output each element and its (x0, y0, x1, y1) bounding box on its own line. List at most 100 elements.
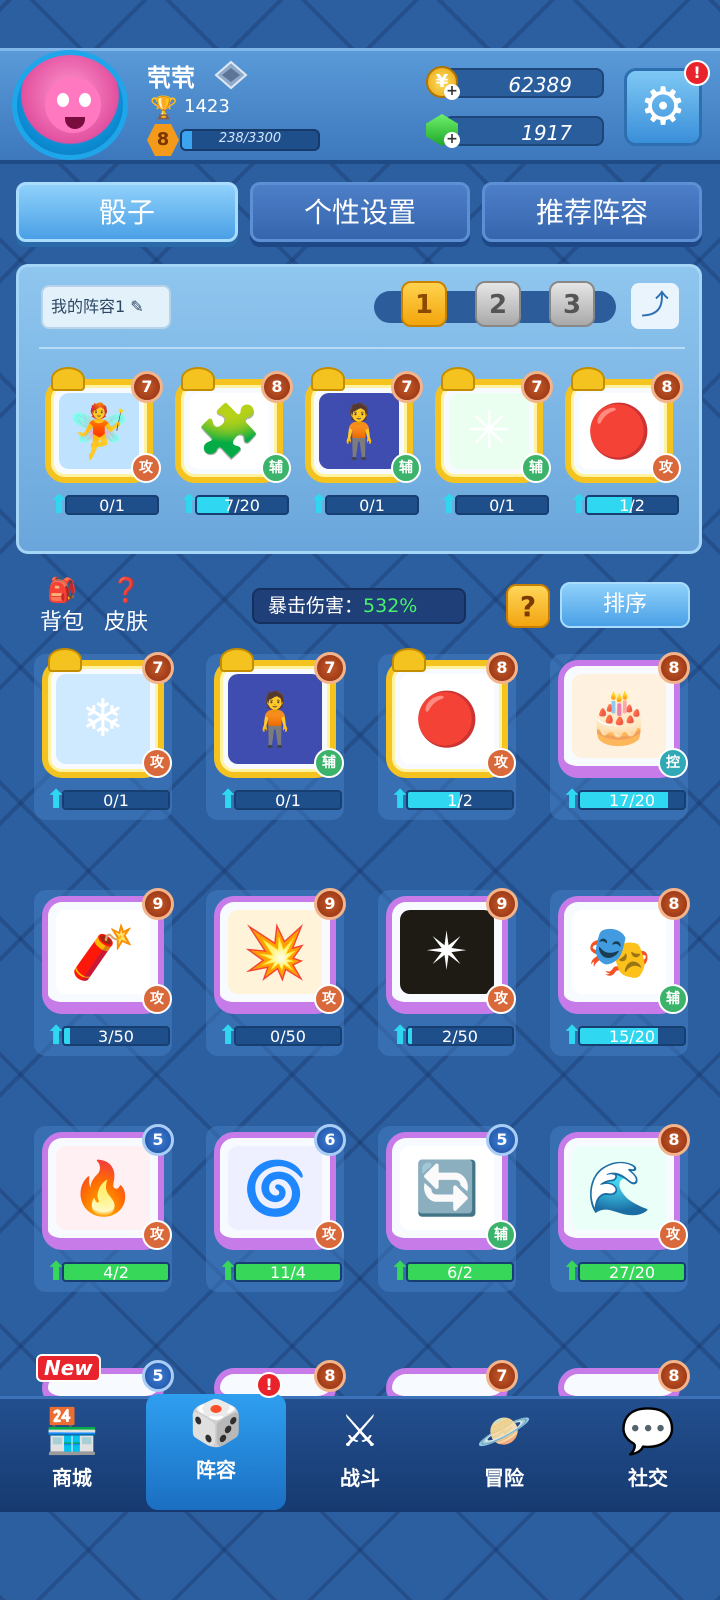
dice-progress-text: 0/1 (275, 791, 301, 810)
dice-art-icon: 🎂 (572, 674, 666, 758)
dice-progress-text: 0/50 (270, 1027, 306, 1046)
nav-alert-badge: ! (256, 1372, 282, 1398)
dice-art-icon: 🔴 (579, 393, 659, 469)
dice-level-badge: 8 (261, 371, 293, 403)
dice-type-badge: 辅 (391, 453, 421, 483)
nav-adventure[interactable]: 🪐 冒险 (444, 1402, 564, 1506)
dice-progress-bar: 0/1 (62, 790, 170, 810)
chat-bubbles-icon: 💬 (620, 1406, 676, 1457)
backpack-label: 背包 (39, 610, 84, 635)
dice-type-badge: 辅 (261, 453, 291, 483)
dice-progress-bar: 4/2 (62, 1262, 170, 1282)
dice-progress-text: 7/20 (224, 496, 260, 515)
dice-progress-text: 4/2 (103, 1263, 129, 1282)
share-button[interactable]: ⤴ (631, 283, 679, 329)
deck-name-button[interactable]: 我的阵容1 ✎ (41, 285, 171, 329)
nav-deck[interactable]: 🎲 阵容 (146, 1394, 286, 1510)
add-coins-icon[interactable]: + (444, 84, 460, 100)
dice-progress-text: 6/2 (447, 1263, 473, 1282)
crit-damage-value: 532% (363, 595, 418, 617)
dice-art-icon: 🔴 (400, 674, 494, 764)
crown-icon (181, 367, 215, 391)
nav-battle[interactable]: ⚔ 战斗 (300, 1402, 420, 1506)
nav-social[interactable]: 💬 社交 (588, 1402, 708, 1506)
dice-progress-text: 17/20 (608, 791, 656, 810)
dice-type-badge: 攻 (142, 1220, 172, 1250)
dice-progress-text: 27/20 (608, 1263, 656, 1282)
dice-progress-bar: 0/1 (325, 495, 419, 515)
dice-progress-bar: 17/20 (578, 790, 686, 810)
dice-level-badge: 8 (658, 888, 690, 920)
deck-slot-1[interactable]: 1 (401, 281, 447, 327)
trophy-count: 1423 (184, 96, 230, 117)
gem-balance[interactable]: 1917 (444, 116, 604, 146)
dice-level-badge: 6 (314, 1124, 346, 1156)
dice-type-badge: 攻 (658, 1220, 688, 1250)
dice-level-badge: 5 (486, 1124, 518, 1156)
dice-type-badge: 辅 (521, 453, 551, 483)
crit-damage-display: 暴击伤害：532% (252, 588, 466, 624)
skins-button[interactable]: ❓ 皮肤 (100, 576, 152, 636)
dice-progress-text: 1/2 (619, 496, 645, 515)
planet-icon: 🪐 (476, 1406, 532, 1457)
crown-icon (571, 367, 605, 391)
crown-icon (51, 367, 85, 391)
crown-icon (392, 648, 426, 672)
dice-progress-text: 0/1 (489, 496, 515, 515)
add-gems-icon[interactable]: + (444, 132, 460, 148)
dice-level-badge: 8 (486, 652, 518, 684)
player-avatar[interactable] (12, 50, 128, 160)
xp-text: 238/3300 (218, 131, 282, 146)
nav-label: 战斗 (340, 1466, 380, 1490)
dice-progress-text: 0/1 (103, 791, 129, 810)
dice-art-icon: 🧍 (319, 393, 399, 469)
gem-value: 1917 (521, 121, 572, 145)
partial-dice-level-badge: 7 (486, 1360, 518, 1392)
dice-type-badge: 攻 (131, 453, 161, 483)
backpack-button[interactable]: 🎒 背包 (36, 576, 88, 636)
sort-button[interactable]: 排序 (560, 582, 690, 628)
dice-level-badge: 7 (314, 652, 346, 684)
dice-level-badge: 7 (521, 371, 553, 403)
dice-type-badge: 攻 (142, 748, 172, 778)
deck-name-label: 我的阵容1 (51, 297, 126, 316)
dice-level-badge: 7 (142, 652, 174, 684)
dice-progress-bar: 11/4 (234, 1262, 342, 1282)
tab-dice[interactable]: 骰子 (16, 182, 238, 242)
deck-slot-3[interactable]: 3 (549, 281, 595, 327)
dice-progress-bar: 0/1 (455, 495, 549, 515)
backpack-icon: 🎒 (47, 576, 77, 604)
help-button[interactable]: ? (506, 584, 550, 628)
gear-icon: ⚙ (639, 77, 687, 137)
dice-art-icon: 🧚 (59, 393, 139, 469)
dice-type-badge: 攻 (314, 1220, 344, 1250)
coin-balance[interactable]: 62389 (444, 68, 604, 98)
partial-dice-level-badge: 8 (314, 1360, 346, 1392)
deck-slot-2[interactable]: 2 (475, 281, 521, 327)
dice-type-badge: 攻 (314, 984, 344, 1014)
dice-level-badge: 7 (391, 371, 423, 403)
dice-progress-text: 15/20 (608, 1027, 656, 1046)
nav-label: 冒险 (484, 1466, 524, 1490)
dice-type-badge: 辅 (486, 1220, 516, 1250)
crown-icon (220, 648, 254, 672)
dice-type-badge: 辅 (314, 748, 344, 778)
dice-progress-bar: 1/2 (406, 790, 514, 810)
dice-art-icon: 💥 (228, 910, 322, 994)
tab-recommended-decks[interactable]: 推荐阵容 (482, 182, 702, 242)
dice-art-icon: 🧍 (228, 674, 322, 764)
rank-badge-icon[interactable] (214, 60, 248, 90)
dice-type-badge: 攻 (142, 984, 172, 1014)
settings-alert-badge: ! (684, 60, 710, 86)
dice-art-icon: 🔄 (400, 1146, 494, 1230)
share-icon: ⤴ (640, 288, 669, 321)
dice-progress-text: 0/1 (359, 496, 385, 515)
dice-progress-text: 1/2 (447, 791, 473, 810)
dice-progress-bar: 7/20 (195, 495, 289, 515)
dice-level-badge: 8 (658, 652, 690, 684)
dice-level-badge: 9 (486, 888, 518, 920)
dice-art-icon: ❄ (56, 674, 150, 764)
tab-personal-settings[interactable]: 个性设置 (250, 182, 470, 242)
nav-shop[interactable]: 🏪 商城 (12, 1402, 132, 1506)
skins-label: 皮肤 (103, 610, 148, 635)
